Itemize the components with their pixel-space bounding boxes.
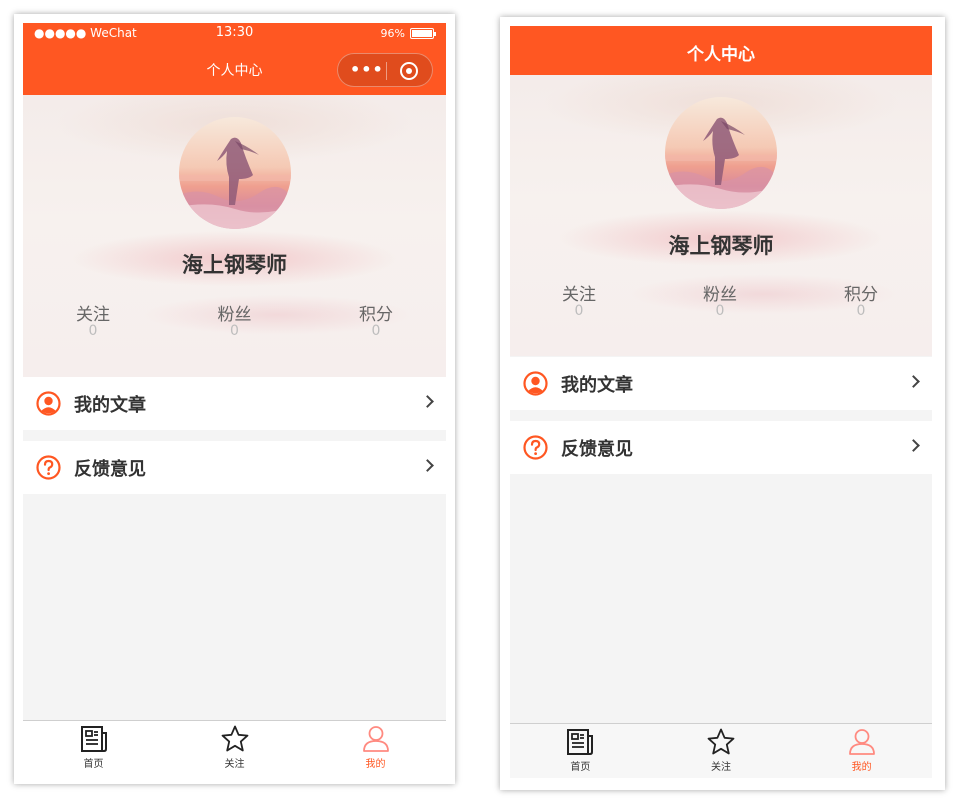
stats-row: 关注 0 粉丝 0 积分 0 xyxy=(510,280,932,319)
screen: 个人中心 海上钢琴师 关注 0 粉丝 0 积分 0 我的文章 反馈意见 首页 关… xyxy=(510,26,932,778)
menu-item-label: 反馈意见 xyxy=(561,439,633,460)
star-icon xyxy=(221,725,248,752)
tab-home[interactable]: 首页 xyxy=(23,721,164,774)
tab-label: 我的 xyxy=(365,759,386,770)
stat-value: 0 xyxy=(715,303,725,319)
mini-program-capsule: ••• xyxy=(337,53,433,87)
menu-item-feedback[interactable]: 反馈意见 xyxy=(510,421,932,474)
battery-icon xyxy=(410,28,436,39)
stat-value: 0 xyxy=(230,323,239,339)
avatar[interactable] xyxy=(665,97,777,209)
stat-followers[interactable]: 粉丝 0 xyxy=(200,300,270,339)
chevron-right-icon xyxy=(421,459,434,472)
stat-followers[interactable]: 粉丝 0 xyxy=(685,280,755,319)
tab-mine[interactable]: 我的 xyxy=(791,724,932,778)
stat-label: 关注 xyxy=(562,285,596,305)
menu-item-label: 我的文章 xyxy=(74,395,146,416)
stat-label: 积分 xyxy=(359,305,393,325)
menu-item-label: 反馈意见 xyxy=(74,459,146,480)
stats-row: 关注 0 粉丝 0 积分 0 xyxy=(23,300,446,339)
close-target-icon[interactable] xyxy=(400,62,418,80)
stat-points[interactable]: 积分 0 xyxy=(826,280,896,319)
nav-bar: 个人中心 ••• xyxy=(23,45,446,95)
stat-following[interactable]: 关注 0 xyxy=(58,300,128,339)
stat-value: 0 xyxy=(371,323,381,339)
tab-label: 关注 xyxy=(711,762,731,773)
tab-following[interactable]: 关注 xyxy=(164,721,305,774)
menu-item-label: 我的文章 xyxy=(561,375,633,396)
page-title: 个人中心 xyxy=(687,45,755,65)
user-icon xyxy=(362,726,389,752)
newspaper-icon xyxy=(567,729,594,755)
chevron-right-icon xyxy=(907,375,920,388)
battery-percent: 96% xyxy=(380,27,405,40)
stat-value: 0 xyxy=(574,303,584,319)
screen: ●●●●● WeChat 13:30 96% 个人中心 ••• 海上钢琴师 关注… xyxy=(23,23,446,774)
stat-label: 粉丝 xyxy=(217,305,252,325)
stat-label: 积分 xyxy=(844,285,878,305)
stat-label: 粉丝 xyxy=(703,285,737,305)
stat-value: 0 xyxy=(856,303,866,319)
username: 海上钢琴师 xyxy=(668,234,774,258)
star-icon xyxy=(707,728,735,755)
menu-item-my-articles[interactable]: 我的文章 xyxy=(510,357,932,410)
tab-label: 关注 xyxy=(224,759,245,770)
question-circle-icon xyxy=(36,455,61,480)
status-bar: ●●●●● WeChat 13:30 96% xyxy=(23,23,446,45)
username: 海上钢琴师 xyxy=(182,253,287,277)
menu-item-my-articles[interactable]: 我的文章 xyxy=(23,377,446,430)
battery-status: 96% xyxy=(380,27,436,40)
phone-screenshot-left: ●●●●● WeChat 13:30 96% 个人中心 ••• 海上钢琴师 关注… xyxy=(14,14,455,784)
profile-header: 海上钢琴师 关注 0 粉丝 0 积分 0 xyxy=(510,75,932,356)
tab-label: 首页 xyxy=(570,762,591,773)
menu-item-feedback[interactable]: 反馈意见 xyxy=(23,441,446,494)
tab-following[interactable]: 关注 xyxy=(651,724,792,778)
question-circle-icon xyxy=(523,435,548,460)
user-icon xyxy=(848,729,875,755)
tab-bar: 首页 关注 我的 xyxy=(23,720,446,774)
tab-bar: 首页 关注 我的 xyxy=(510,723,932,778)
capsule-divider xyxy=(386,62,387,80)
newspaper-icon xyxy=(80,726,107,752)
tab-label: 首页 xyxy=(83,759,104,770)
avatar[interactable] xyxy=(178,117,291,229)
more-menu-icon[interactable]: ••• xyxy=(350,61,384,79)
chevron-right-icon xyxy=(421,395,434,408)
phone-screenshot-right: 个人中心 海上钢琴师 关注 0 粉丝 0 积分 0 我的文章 反馈意见 首页 关… xyxy=(500,17,945,790)
tab-mine[interactable]: 我的 xyxy=(305,721,446,774)
profile-header: 海上钢琴师 关注 0 粉丝 0 积分 0 xyxy=(23,95,446,377)
user-circle-icon xyxy=(36,391,61,416)
chevron-right-icon xyxy=(907,439,920,452)
nav-bar: 个人中心 xyxy=(510,26,932,75)
tab-label: 我的 xyxy=(851,762,872,773)
tab-home[interactable]: 首页 xyxy=(510,724,651,778)
stat-label: 关注 xyxy=(76,305,110,325)
user-circle-icon xyxy=(523,371,548,396)
stat-following[interactable]: 关注 0 xyxy=(544,280,614,319)
stat-value: 0 xyxy=(88,323,98,339)
stat-points[interactable]: 积分 0 xyxy=(341,300,411,339)
